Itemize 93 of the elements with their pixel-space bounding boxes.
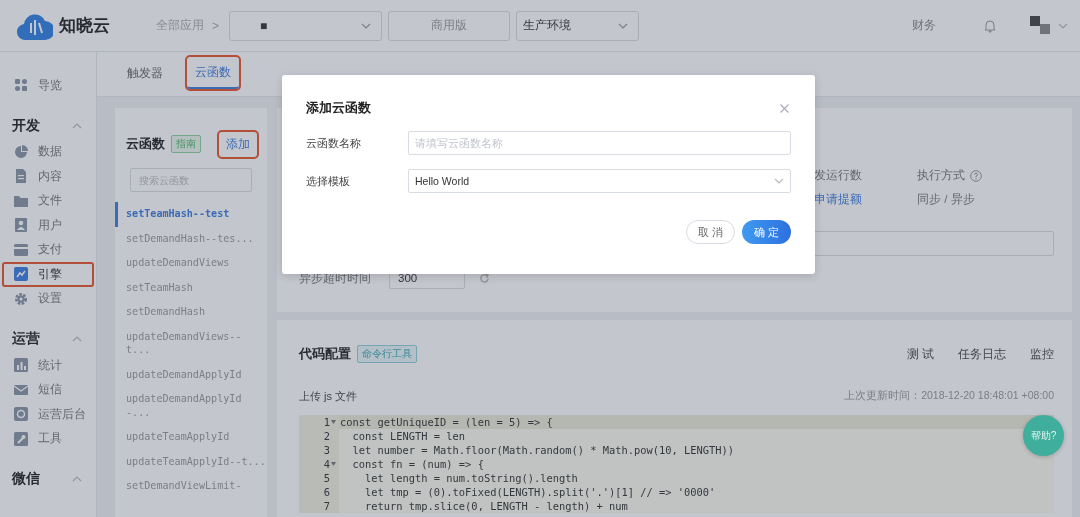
chevron-down-icon: [618, 21, 628, 30]
code-line: const fn = (num) => {: [351, 458, 484, 470]
stat-value: 同步 / 异步: [917, 192, 976, 207]
confirm-button[interactable]: 确 定: [742, 220, 791, 244]
refresh-icon: [479, 272, 490, 284]
function-item[interactable]: setDemandHash: [115, 300, 267, 325]
function-item[interactable]: setDemandHash--tes...: [115, 226, 267, 251]
chevron-down-icon: [361, 21, 371, 30]
function-item[interactable]: updateDemandApplyId -...: [115, 387, 267, 425]
close-icon: [780, 103, 789, 113]
code-line: const getUniqueID = (len = 5) => {: [339, 416, 553, 428]
document-icon: [14, 169, 28, 184]
line-number: 7: [323, 500, 330, 512]
finance-link[interactable]: 财务: [912, 17, 936, 34]
toolbar-button[interactable]: 任务日志: [958, 346, 1006, 362]
function-item[interactable]: updateDemandViews: [115, 251, 267, 276]
stat-label: 执行方式: [917, 168, 965, 183]
cancel-button[interactable]: 取 消: [686, 220, 735, 244]
mail-icon: [14, 382, 28, 397]
code-line: const LENGTH = len: [351, 430, 466, 442]
chevron-icon: [72, 335, 82, 343]
sidebar-item[interactable]: 引擎: [2, 262, 94, 287]
code-line: return tmp.slice(0, LENGTH - length) + num: [364, 500, 628, 512]
code-line: let length = num.toString().length: [364, 472, 578, 484]
field-label: 云函数名称: [306, 135, 362, 151]
chevron-down-icon: [1058, 21, 1068, 30]
chevron-icon: [72, 121, 82, 130]
add-button[interactable]: 添加: [219, 131, 257, 157]
sidebar-item[interactable]: 运营后台: [2, 402, 94, 427]
function-item[interactable]: updateTeamApplyId--t...: [115, 449, 267, 474]
panel-title: 云函数: [126, 135, 165, 153]
toolbar-button[interactable]: 监控: [1030, 346, 1054, 362]
function-item[interactable]: setTeamHash--test: [115, 202, 267, 227]
wrench-icon: [14, 431, 28, 446]
code-line: let tmp = (0).toFixed(LENGTH).split('.')[1] // => '0000': [364, 486, 716, 498]
function-item[interactable]: setTeamHash: [115, 275, 267, 300]
settings-icon: [14, 291, 28, 306]
breadcrumb-link[interactable]: 全部应用: [156, 17, 204, 34]
section-header[interactable]: 微信: [0, 465, 96, 493]
bar-chart-icon: [14, 358, 28, 373]
last-updated-text: 上次更新时间：2018-12-20 18:48:01 +08:00: [844, 389, 1054, 403]
breadcrumb-separator: >: [212, 18, 219, 33]
sidebar-item[interactable]: 内容: [2, 164, 94, 189]
toolbar-button[interactable]: 测 试: [906, 346, 934, 362]
cli-tag[interactable]: 命令行工具: [357, 345, 417, 363]
section-header[interactable]: 开发: [0, 111, 96, 140]
function-item[interactable]: setDemandViewLimit-: [115, 474, 267, 499]
edition-field: 商用版: [388, 10, 510, 41]
line-chart-icon: [14, 267, 28, 282]
sidebar-item[interactable]: 用户: [2, 213, 94, 238]
line-number: 3: [323, 444, 330, 456]
sidebar-item[interactable]: 支付: [2, 237, 94, 262]
folder-icon: [14, 193, 28, 208]
sidebar-item[interactable]: 数据: [2, 139, 94, 164]
function-item[interactable]: updateDemandApplyId: [115, 362, 267, 387]
line-number: 2: [323, 430, 330, 442]
user-card-icon: [14, 218, 28, 233]
sidebar-item[interactable]: 导览: [2, 73, 94, 98]
bell-icon: [984, 18, 996, 33]
sidebar-item[interactable]: 设置: [2, 286, 94, 311]
tab[interactable]: 触发器: [119, 57, 171, 89]
dialog-title: 添加云函数: [306, 99, 371, 117]
chevron-down-icon: [774, 177, 784, 185]
line-number: 5: [323, 472, 330, 484]
stat-label: 发运行数: [814, 168, 862, 183]
card-icon: [14, 242, 28, 257]
pie-chart-icon: [14, 144, 28, 159]
section-header[interactable]: 运营: [0, 325, 96, 353]
environment-select[interactable]: 生产环境: [516, 10, 639, 41]
panel-title: 代码配置: [299, 345, 351, 363]
sidebar-item[interactable]: 统计: [2, 353, 94, 378]
close-button[interactable]: [778, 101, 791, 115]
guide-tag[interactable]: 指南: [171, 135, 201, 153]
upload-link[interactable]: 上传 js 文件: [299, 388, 358, 404]
sidebar-item[interactable]: 短信: [2, 377, 94, 402]
grid-icon: [14, 78, 28, 93]
function-item[interactable]: updateDemandViews-- t...: [115, 324, 267, 363]
sidebar-item[interactable]: 文件: [2, 188, 94, 213]
target-icon: [14, 407, 28, 422]
sidebar-item[interactable]: 工具: [2, 426, 94, 451]
field-label: 选择模板: [306, 173, 351, 189]
line-number: 1: [323, 416, 330, 428]
quota-link[interactable]: 申请提额: [814, 192, 862, 207]
line-number: 4: [323, 458, 330, 470]
logo-text: 知晓云: [59, 15, 110, 37]
tab[interactable]: 云函数: [187, 57, 239, 89]
chevron-icon: [72, 475, 82, 483]
function-item[interactable]: updateTeamApplyId: [115, 425, 267, 450]
line-number: 6: [323, 486, 330, 498]
code-line: let number = Math.floor(Math.random() * Math.pow(10, LENGTH)): [351, 444, 735, 456]
avatar-icon: [1030, 15, 1050, 36]
template-select[interactable]: Hello World: [408, 169, 791, 193]
app-select[interactable]: ■: [229, 10, 382, 41]
